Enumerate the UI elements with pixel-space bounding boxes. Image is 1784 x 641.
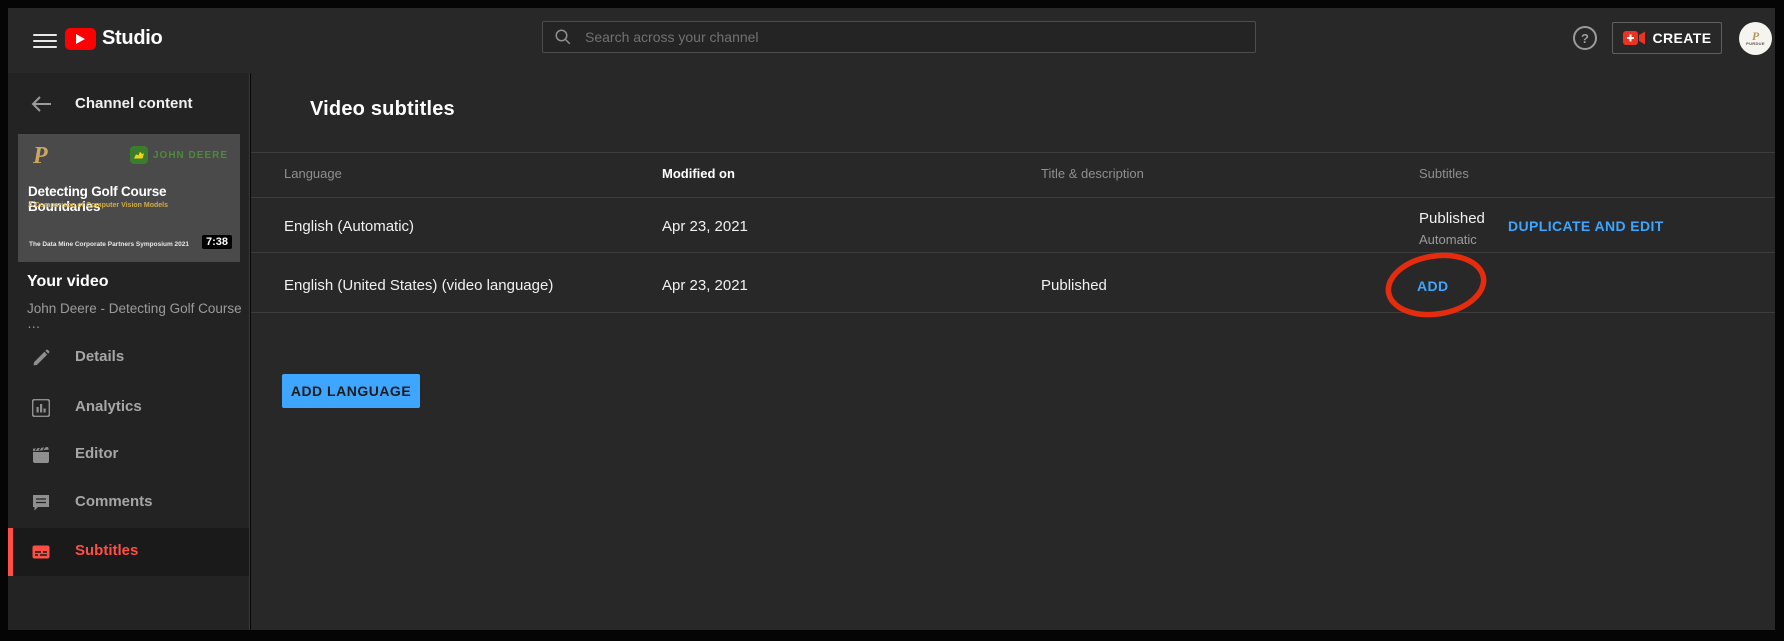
hamburger-menu-icon[interactable] <box>25 27 65 55</box>
cell-modified-on: Apr 23, 2021 <box>662 277 748 294</box>
thumbnail-footer: The Data Mine Corporate Partners Symposi… <box>29 241 189 248</box>
video-name: John Deere - Detecting Golf Course … <box>27 301 249 331</box>
add-language-button[interactable]: ADD LANGUAGE <box>282 374 420 408</box>
create-video-icon <box>1623 30 1645 46</box>
row-divider <box>251 312 1775 313</box>
column-header-modified-on[interactable]: Modified on <box>662 166 735 181</box>
column-header-title-description[interactable]: Title & description <box>1041 166 1144 181</box>
add-subtitles-link[interactable]: ADD <box>1417 278 1449 294</box>
sidebar-item-subtitles[interactable]: Subtitles <box>8 528 249 576</box>
sidebar-item-label: Subtitles <box>75 542 138 559</box>
youtube-studio-window: Studio ? CREATE P PURDUE <box>0 0 1784 641</box>
sidebar-item-label: Editor <box>75 445 118 462</box>
page-title: Video subtitles <box>310 98 455 121</box>
sidebar-item-label: Comments <box>75 493 153 510</box>
cell-subtitles-status: Published <box>1419 210 1485 227</box>
clapperboard-icon <box>32 446 50 464</box>
sidebar: Channel content P JOHN DEERE Detecting G… <box>8 73 250 630</box>
thumbnail-subtitle: A Comparison of Computer Vision Models <box>28 202 168 209</box>
pencil-icon <box>32 349 50 367</box>
help-button[interactable]: ? <box>1571 24 1599 52</box>
cell-language: English (United States) (video language) <box>284 277 553 294</box>
john-deere-label: JOHN DEERE <box>153 150 228 161</box>
create-button-label: CREATE <box>1653 30 1712 46</box>
back-arrow-icon[interactable] <box>30 94 52 114</box>
your-video-label: Your video <box>27 273 109 291</box>
table-top-border <box>251 152 1775 153</box>
create-button[interactable]: CREATE <box>1612 22 1722 54</box>
thumbnail-title: Detecting Golf Course Boundaries <box>28 184 234 214</box>
video-duration-badge: 7:38 <box>202 235 232 249</box>
john-deere-logo: JOHN DEERE <box>130 146 228 164</box>
svg-text:?: ? <box>1581 31 1589 46</box>
cell-modified-on: Apr 23, 2021 <box>662 218 748 235</box>
back-label: Channel content <box>75 95 193 112</box>
youtube-logo-icon[interactable] <box>65 28 96 50</box>
row-divider <box>251 252 1775 253</box>
studio-brand-label[interactable]: Studio <box>102 27 162 50</box>
avatar-monogram: P <box>1752 31 1759 41</box>
cell-subtitles-type: Automatic <box>1419 232 1477 247</box>
purdue-logo: P <box>33 143 48 170</box>
top-bar: Studio ? CREATE P PURDUE <box>8 8 1775 73</box>
search-box[interactable] <box>542 21 1256 53</box>
cell-language: English (Automatic) <box>284 218 414 235</box>
sidebar-item-analytics[interactable]: Analytics <box>8 384 249 432</box>
subtitles-icon <box>32 543 50 561</box>
search-icon <box>554 28 572 46</box>
search-input[interactable] <box>572 29 1255 45</box>
duplicate-and-edit-link[interactable]: DUPLICATE AND EDIT <box>1508 218 1664 234</box>
sidebar-item-label: Details <box>75 348 124 365</box>
back-navigation[interactable]: Channel content <box>8 87 249 121</box>
column-header-language[interactable]: Language <box>284 166 342 181</box>
sidebar-item-comments[interactable]: Comments <box>8 479 249 527</box>
sidebar-item-details[interactable]: Details <box>8 334 249 382</box>
comment-icon <box>32 494 50 512</box>
column-header-subtitles[interactable]: Subtitles <box>1419 166 1469 181</box>
help-icon: ? <box>1571 24 1599 52</box>
sidebar-item-label: Analytics <box>75 398 142 415</box>
sidebar-item-editor[interactable]: Editor <box>8 431 249 479</box>
john-deere-icon <box>130 146 148 164</box>
avatar-org-label: PURDUE <box>1746 41 1765 46</box>
table-header-border <box>251 197 1775 198</box>
bar-chart-icon <box>32 399 50 417</box>
channel-avatar[interactable]: P PURDUE <box>1739 22 1772 55</box>
cell-title-description: Published <box>1041 277 1107 294</box>
main-content: Video subtitles Language Modified on Tit… <box>251 73 1775 630</box>
video-thumbnail[interactable]: P JOHN DEERE Detecting Golf Course Bound… <box>18 134 240 262</box>
